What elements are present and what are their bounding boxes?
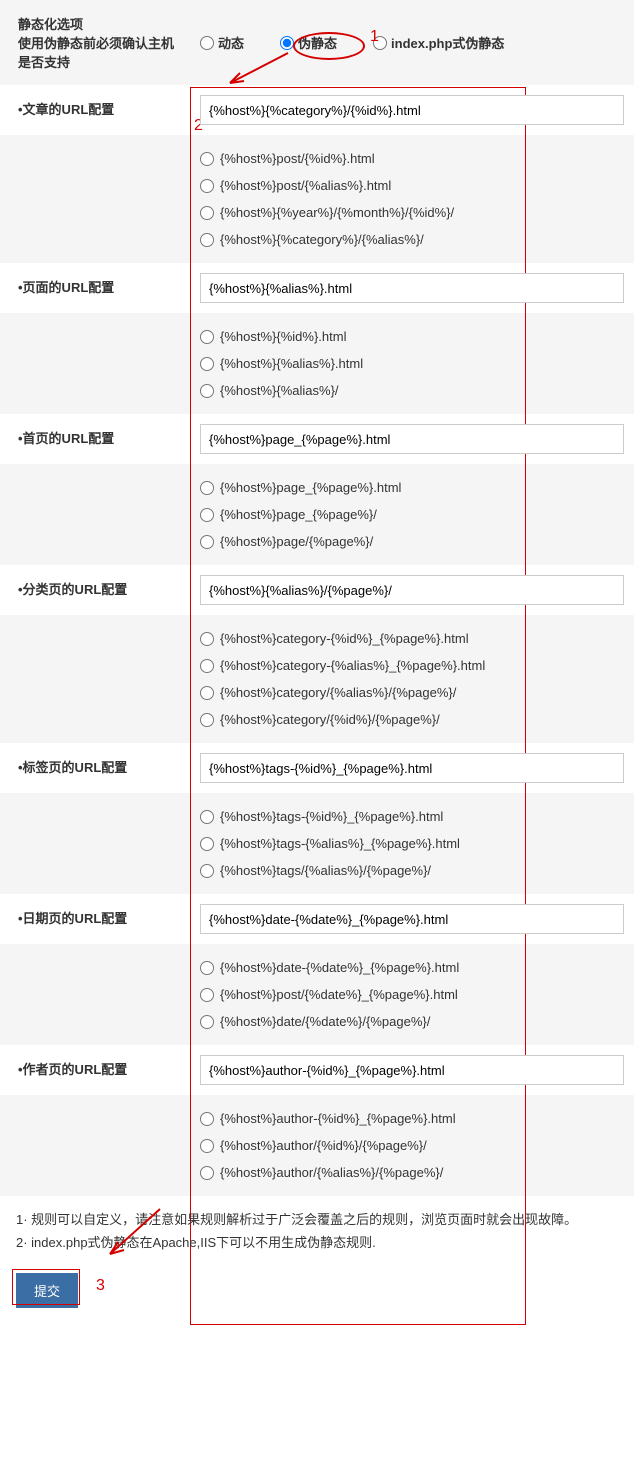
anno-arrow-2 [100,1204,170,1264]
url-option-label: {%host%}category/{%id%}/{%page%}/ [220,712,440,727]
url-option-label: {%host%}post/{%alias%}.html [220,178,391,193]
section-label: •标签页的URL配置 [0,743,190,793]
anno-circle-1 [293,32,365,60]
section-label: •日期页的URL配置 [0,894,190,944]
url-option-radio[interactable] [200,1166,214,1180]
url-option-radio[interactable] [200,206,214,220]
section-label: •首页的URL配置 [0,414,190,464]
section-label: •文章的URL配置 [0,85,190,135]
url-option-label: {%host%}page/{%page%}/ [220,534,373,549]
url-option-label: {%host%}category-{%id%}_{%page%}.html [220,631,469,646]
url-option-radio[interactable] [200,233,214,247]
url-option-label: {%host%}tags-{%alias%}_{%page%}.html [220,836,460,851]
url-option-radio[interactable] [200,988,214,1002]
anno-box-submit [12,1269,80,1305]
url-option-radio[interactable] [200,357,214,371]
url-option-radio[interactable] [200,686,214,700]
url-option-radio[interactable] [200,864,214,878]
url-option-label: {%host%}date/{%date%}/{%page%}/ [220,1014,430,1029]
url-option-label: {%host%}tags/{%alias%}/{%page%}/ [220,863,431,878]
url-option-label: {%host%}post/{%date%}_{%page%}.html [220,987,458,1002]
url-option-radio[interactable] [200,810,214,824]
url-option-radio[interactable] [200,330,214,344]
radio-dynamic[interactable] [200,36,214,50]
url-option-radio[interactable] [200,481,214,495]
anno-arrow-1 [218,48,298,88]
url-option-label: {%host%}{%alias%}.html [220,356,363,371]
url-option-radio[interactable] [200,1015,214,1029]
url-option-label: {%host%}category-{%alias%}_{%page%}.html [220,658,485,673]
url-option-radio[interactable] [200,1112,214,1126]
url-option-radio[interactable] [200,659,214,673]
url-option-label: {%host%}page_{%page%}.html [220,480,401,495]
url-input[interactable] [200,575,624,605]
url-option-label: {%host%}author/{%alias%}/{%page%}/ [220,1165,443,1180]
url-option-radio[interactable] [200,632,214,646]
url-option-radio[interactable] [200,535,214,549]
url-option-radio[interactable] [200,1139,214,1153]
url-input[interactable] [200,424,624,454]
url-option-label: {%host%}{%category%}/{%alias%}/ [220,232,424,247]
url-input[interactable] [200,1055,624,1085]
url-option-radio[interactable] [200,508,214,522]
url-option-label: {%host%}tags-{%id%}_{%page%}.html [220,809,443,824]
url-option-label: {%host%}author/{%id%}/{%page%}/ [220,1138,427,1153]
section-label: •作者页的URL配置 [0,1045,190,1095]
url-option-radio[interactable] [200,384,214,398]
url-input[interactable] [200,753,624,783]
section-label: •页面的URL配置 [0,263,190,313]
notes: 1· 规则可以自定义，请注意如果规则解析过于广泛会覆盖之后的规则，浏览页面时就会… [0,1196,634,1267]
url-option-radio[interactable] [200,152,214,166]
mode-indexphp[interactable]: index.php式伪静态 [373,33,504,52]
url-option-radio[interactable] [200,713,214,727]
section-label: •分类页的URL配置 [0,565,190,615]
anno-number-3: 3 [96,1277,105,1295]
url-option-radio[interactable] [200,837,214,851]
url-option-label: {%host%}date-{%date%}_{%page%}.html [220,960,459,975]
url-input[interactable] [200,904,624,934]
url-option-label: {%host%}author-{%id%}_{%page%}.html [220,1111,456,1126]
url-option-label: {%host%}{%year%}/{%month%}/{%id%}/ [220,205,454,220]
url-option-label: {%host%}post/{%id%}.html [220,151,375,166]
url-option-radio[interactable] [200,179,214,193]
url-input[interactable] [200,95,624,125]
url-option-label: {%host%}page_{%page%}/ [220,507,377,522]
header-label: 静态化选项 使用伪静态前必须确认主机是否支持 [0,0,190,85]
anno-number-1: 1 [370,28,379,46]
url-option-label: {%host%}category/{%alias%}/{%page%}/ [220,685,456,700]
url-option-label: {%host%}{%alias%}/ [220,383,339,398]
url-input[interactable] [200,273,624,303]
url-option-label: {%host%}{%id%}.html [220,329,346,344]
url-option-radio[interactable] [200,961,214,975]
